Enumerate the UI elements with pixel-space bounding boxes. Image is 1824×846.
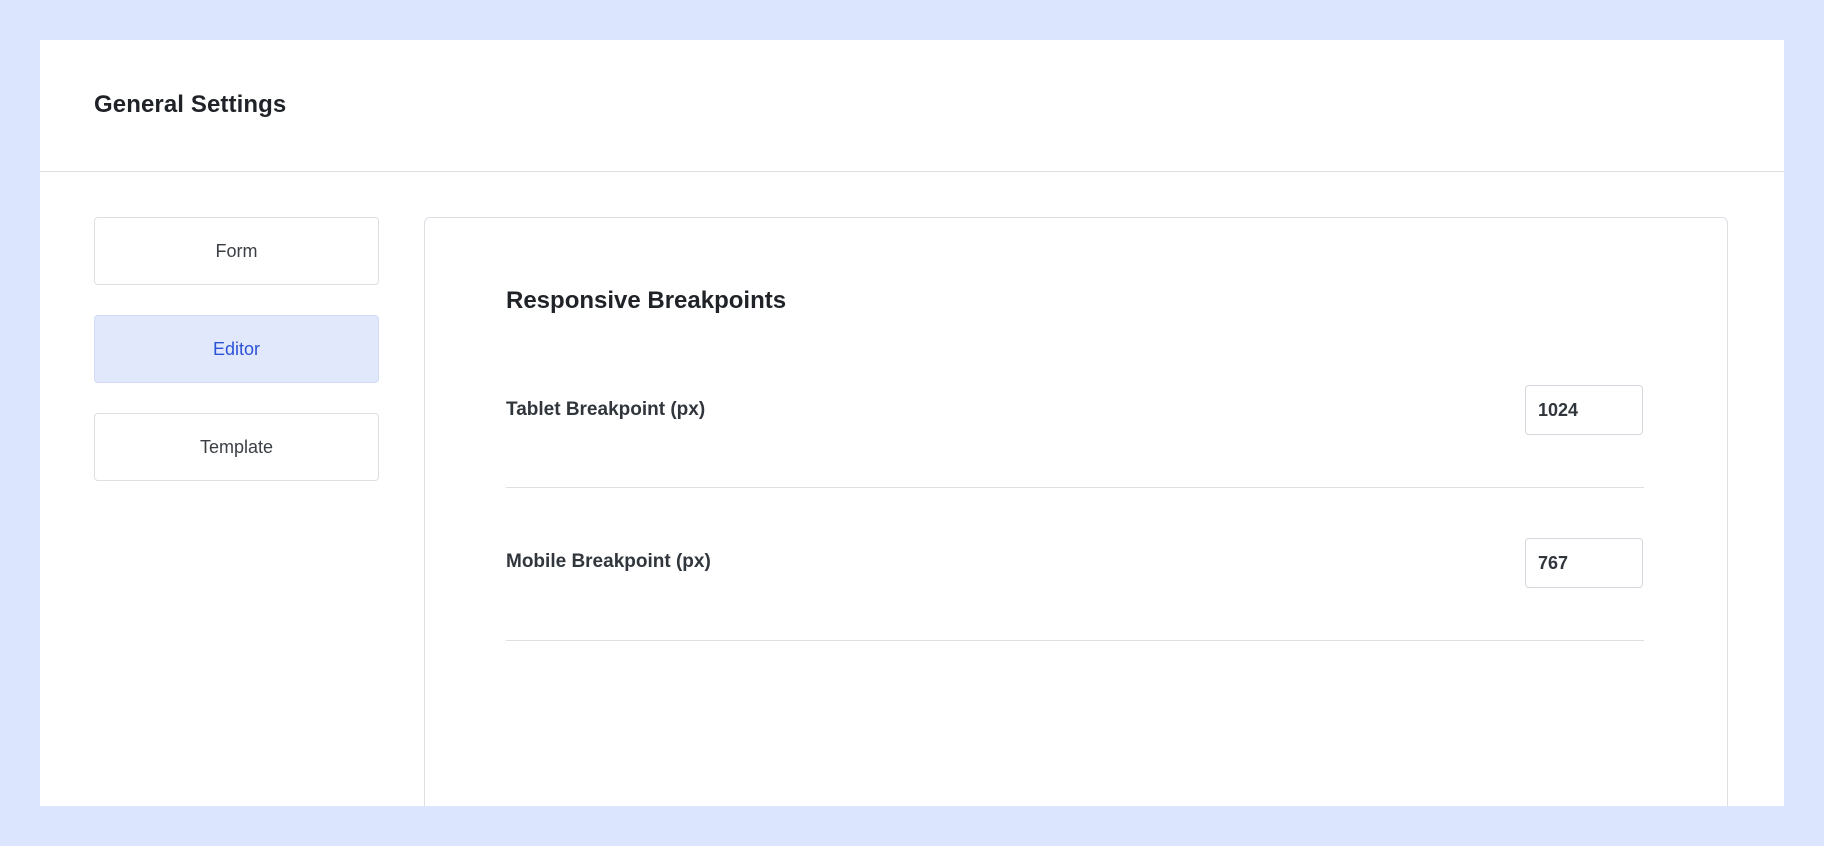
page-title: General Settings	[94, 90, 287, 118]
bottom-backdrop	[0, 806, 1824, 846]
mobile-breakpoint-row: Mobile Breakpoint (px)	[506, 488, 1644, 641]
section-title: Responsive Breakpoints	[506, 287, 787, 314]
tablet-breakpoint-label: Tablet Breakpoint (px)	[506, 399, 706, 420]
tablet-breakpoint-input[interactable]	[1525, 385, 1643, 435]
tablet-breakpoint-row: Tablet Breakpoint (px)	[506, 335, 1644, 488]
sidebar-item-label: Template	[199, 436, 274, 457]
mobile-breakpoint-label: Mobile Breakpoint (px)	[506, 551, 711, 572]
page-header: General Settings	[40, 40, 1784, 172]
sidebar-item-label: Form	[215, 240, 258, 261]
settings-sidebar: Form Editor Template	[94, 217, 379, 511]
sidebar-item-editor[interactable]: Editor	[94, 315, 379, 383]
mobile-breakpoint-input[interactable]	[1525, 538, 1643, 588]
sidebar-item-template[interactable]: Template	[94, 413, 379, 481]
sidebar-item-label: Editor	[212, 338, 261, 359]
sidebar-item-form[interactable]: Form	[94, 217, 379, 285]
